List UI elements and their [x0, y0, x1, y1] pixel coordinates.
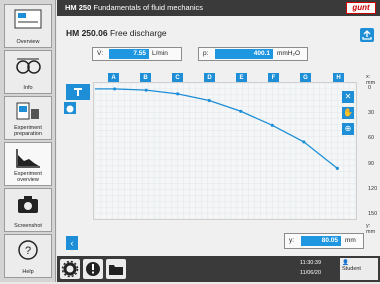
gunt-logo: gunt: [346, 2, 376, 14]
data-point-d: [207, 98, 211, 103]
folder-icon: [109, 265, 123, 275]
sidebar-item-experiment-preparation[interactable]: Experiment preparation: [4, 96, 52, 140]
sidebar-item-screenshot[interactable]: Screenshot: [4, 188, 52, 232]
crosshair-icon: ⊕: [344, 124, 352, 133]
pressure-unit: mmH₂O: [277, 50, 301, 57]
pressure-readout: p: 400.1 mmH₂O: [198, 47, 308, 61]
y-tick-label: 0: [368, 85, 372, 91]
y-tick-label: 150: [368, 211, 378, 217]
back-button[interactable]: ‹: [66, 236, 78, 250]
user-name: Student: [342, 266, 361, 272]
camera-icon: [18, 196, 38, 213]
glasses-icon: [16, 58, 41, 74]
date-display: 11/06/20: [300, 270, 322, 276]
y-label: y:: [289, 237, 295, 244]
flow-readout: V̇: 7.55 L/min: [92, 47, 182, 61]
settings-button[interactable]: [60, 259, 80, 279]
record-button[interactable]: [64, 102, 76, 114]
pressure-label: p:: [203, 50, 209, 57]
svg-text:?: ?: [25, 245, 31, 257]
sidebar-item-info[interactable]: Info: [4, 50, 52, 94]
time-display: 11:30:39: [300, 260, 322, 266]
probe-icon: [74, 88, 82, 96]
data-point-a: [113, 87, 117, 91]
flow-value: 7.55: [109, 49, 149, 59]
y-value: 80.05: [301, 236, 341, 246]
y-axis-label: y: mm: [366, 223, 376, 235]
folder-button[interactable]: [106, 259, 126, 279]
export-button[interactable]: [360, 28, 374, 42]
flow-label: V̇:: [97, 50, 104, 57]
y-tick-label: 30: [368, 110, 375, 117]
data-point-e: [239, 109, 243, 113]
sidebar-item-experiment-overview[interactable]: Experiment overview: [4, 142, 52, 186]
close-icon: ✕: [344, 92, 352, 101]
circle-icon: [66, 105, 74, 113]
bottom-bar: [57, 256, 380, 282]
pressure-value: 400.1: [215, 49, 273, 59]
app-code: HM 250: [65, 3, 92, 12]
hand-tool-button[interactable]: ✋: [342, 107, 354, 119]
probe-tool-button[interactable]: [66, 84, 90, 100]
y-unit: mm: [345, 237, 356, 244]
sidebar: Overview Info Experiment preparation Exp…: [0, 0, 56, 282]
target-button[interactable]: ⊕: [342, 123, 354, 135]
data-point-g: [302, 140, 306, 144]
data-point-f: [270, 123, 274, 127]
sidebar-item-label: Experiment overview: [14, 171, 42, 183]
page-title-text: Free discharge: [109, 28, 167, 38]
sidebar-item-overview[interactable]: Overview: [4, 4, 52, 48]
data-point-h: [335, 166, 339, 170]
y-tick-label: 90: [368, 160, 375, 167]
sidebar-item-label: Overview: [16, 39, 40, 45]
page-title: HM 250.06 Free discharge: [66, 28, 167, 38]
sidebar-item-label: Screenshot: [14, 223, 42, 229]
export-icon: [362, 30, 372, 40]
gear-icon: [61, 260, 79, 278]
sidebar-item-help[interactable]: ? Help: [4, 234, 52, 278]
help-icon: ?: [18, 240, 38, 260]
close-button[interactable]: ✕: [342, 91, 354, 103]
overview-icon: [14, 9, 42, 29]
page-code: HM 250.06: [66, 28, 108, 38]
y-readout: y: 80.05 mm: [284, 233, 364, 249]
experiment-preparation-icon: [16, 102, 39, 120]
alert-button[interactable]: [83, 259, 103, 279]
y-tick-label: 120: [368, 185, 378, 192]
flow-unit: L/min: [152, 50, 168, 57]
hand-icon: ✋: [343, 108, 353, 117]
clock: 11:30:39 11/06/20: [300, 258, 321, 278]
data-point-b: [144, 88, 148, 92]
app-title: Fundamentals of fluid mechanics: [93, 3, 203, 12]
chevron-left-icon: ‹: [70, 238, 74, 248]
trajectory-plot: [93, 82, 357, 220]
y-tick-label: 60: [368, 135, 375, 142]
data-point-c: [176, 92, 180, 96]
top-bar: HM 250 Fundamentals of fluid mechanics g…: [57, 0, 380, 16]
sidebar-item-label: Help: [22, 269, 34, 275]
alert-icon: [86, 262, 100, 276]
sidebar-item-label: Info: [23, 85, 33, 91]
sidebar-item-label: Experiment preparation: [14, 125, 42, 137]
chart-icon: [16, 149, 40, 168]
user-badge[interactable]: 👤 Student: [340, 258, 378, 280]
